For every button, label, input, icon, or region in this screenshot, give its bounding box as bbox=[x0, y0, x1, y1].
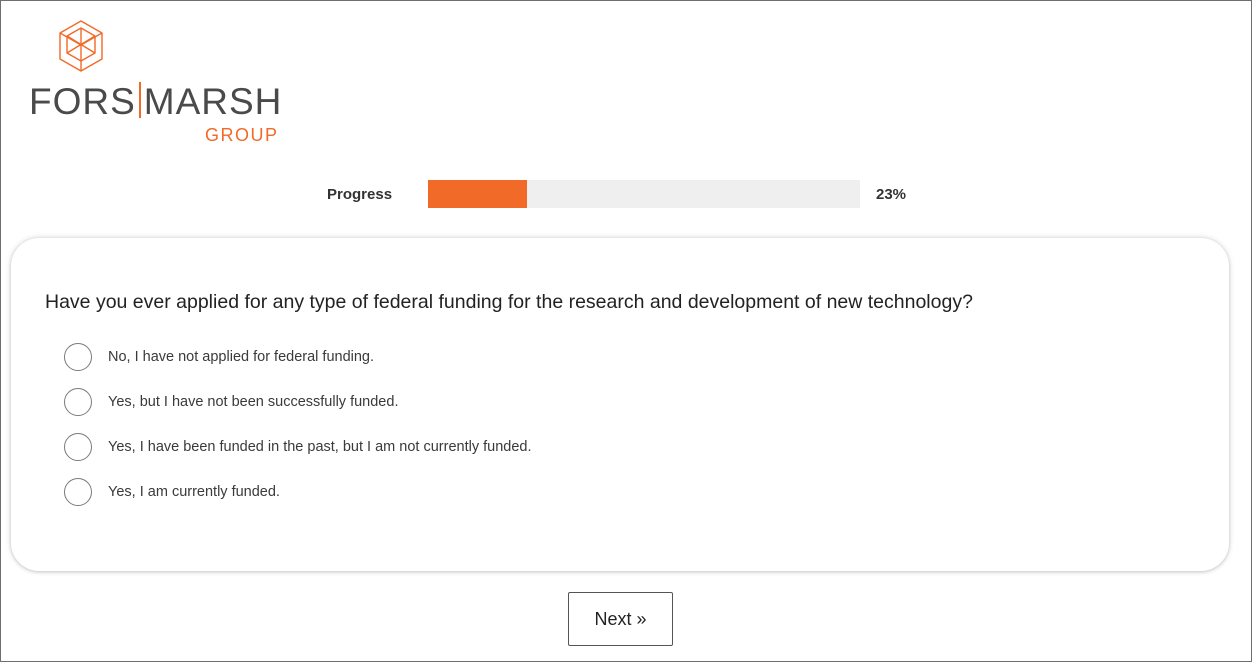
fors-marsh-logo: FORS MARSH GROUP bbox=[29, 19, 299, 149]
answer-option-funded-past[interactable]: Yes, I have been funded in the past, but… bbox=[64, 432, 531, 462]
logo-divider bbox=[138, 82, 141, 118]
answer-option-not-applied[interactable]: No, I have not applied for federal fundi… bbox=[64, 342, 531, 372]
question-card: Have you ever applied for any type of fe… bbox=[11, 238, 1229, 571]
answer-option-label: Yes, but I have not been successfully fu… bbox=[108, 394, 399, 410]
answer-option-label: Yes, I have been funded in the past, but… bbox=[108, 439, 532, 455]
logo-word-right: MARSH bbox=[143, 81, 283, 122]
answer-option-label: No, I have not applied for federal fundi… bbox=[108, 349, 375, 365]
survey-page: FORS MARSH GROUP Progress 23% Have you ev… bbox=[0, 0, 1252, 662]
progress-indicator: Progress 23% bbox=[327, 180, 927, 208]
answer-options: No, I have not applied for federal fundi… bbox=[64, 342, 531, 522]
answer-option-currently-funded[interactable]: Yes, I am currently funded. bbox=[64, 477, 531, 507]
radio-button[interactable] bbox=[64, 343, 92, 371]
progress-label: Progress bbox=[327, 186, 393, 203]
logo-wordmark: FORS MARSH bbox=[29, 82, 282, 120]
radio-button[interactable] bbox=[64, 388, 92, 416]
cube-icon bbox=[59, 20, 103, 72]
progress-track bbox=[428, 180, 860, 208]
answer-option-label: Yes, I am currently funded. bbox=[108, 484, 280, 500]
answer-option-not-funded[interactable]: Yes, but I have not been successfully fu… bbox=[64, 387, 531, 417]
logo-subtitle: GROUP bbox=[205, 125, 279, 145]
next-button[interactable]: Next » bbox=[568, 592, 673, 646]
radio-button[interactable] bbox=[64, 433, 92, 461]
radio-button[interactable] bbox=[64, 478, 92, 506]
progress-value: 23% bbox=[876, 186, 907, 203]
logo-word-left: FORS bbox=[29, 81, 136, 122]
question-text: Have you ever applied for any type of fe… bbox=[45, 291, 973, 313]
progress-fill bbox=[428, 180, 528, 208]
